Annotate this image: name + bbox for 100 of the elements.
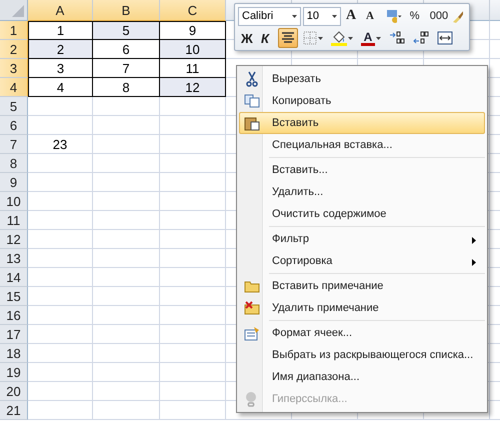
increase-decimal-icon bbox=[389, 31, 405, 45]
menu-item[interactable]: Очистить содержимое bbox=[239, 203, 485, 225]
table-cell bbox=[28, 249, 93, 268]
row-header[interactable]: 20 bbox=[0, 382, 28, 401]
row-header[interactable]: 15 bbox=[0, 287, 28, 306]
row-header[interactable]: 13 bbox=[0, 249, 28, 268]
table-cell: 11 bbox=[160, 59, 226, 78]
row-header[interactable]: 10 bbox=[0, 192, 28, 211]
menu-item[interactable]: Имя диапазона... bbox=[239, 366, 485, 388]
table-cell bbox=[93, 192, 160, 211]
row-header[interactable]: 16 bbox=[0, 306, 28, 325]
row-header[interactable]: 12 bbox=[0, 230, 28, 249]
table-cell bbox=[28, 230, 93, 249]
table-cell: 12 bbox=[160, 78, 226, 97]
align-center-icon bbox=[281, 32, 295, 44]
format-button[interactable]: % bbox=[406, 6, 425, 26]
table-cell: 2 bbox=[28, 40, 93, 59]
grow-font-icon: A bbox=[346, 8, 356, 24]
table-cell: 4 bbox=[28, 78, 93, 97]
table-cell bbox=[28, 401, 93, 420]
shrink-font-button[interactable]: A bbox=[362, 6, 381, 26]
table-cell: 9 bbox=[160, 21, 226, 40]
table-cell: 3 bbox=[28, 59, 93, 78]
fill-color-icon bbox=[331, 30, 347, 46]
table-cell: 5 bbox=[93, 21, 160, 40]
table-cell bbox=[160, 401, 226, 420]
menu-item[interactable]: Вырезать bbox=[239, 68, 485, 90]
table-cell bbox=[28, 116, 93, 135]
menu-item[interactable]: Сортировка bbox=[239, 250, 485, 272]
clipboard-icon bbox=[244, 116, 260, 130]
bold-button[interactable]: Ж bbox=[238, 28, 256, 48]
menu-item[interactable]: Специальная вставка... bbox=[239, 134, 485, 156]
column-header[interactable]: A bbox=[28, 0, 93, 21]
table-cell bbox=[28, 363, 93, 382]
menu-item[interactable]: Фильтр bbox=[239, 228, 485, 250]
table-cell bbox=[28, 382, 93, 401]
menu-item[interactable]: Вставить примечание bbox=[239, 275, 485, 297]
table-cell: 1 bbox=[28, 21, 93, 40]
row-header[interactable]: 4 bbox=[0, 78, 28, 97]
table-cell bbox=[93, 363, 160, 382]
table-cell bbox=[28, 154, 93, 173]
font-size-field[interactable]: 10 bbox=[302, 6, 341, 26]
table-cell bbox=[93, 154, 160, 173]
menu-item[interactable]: Выбрать из раскрывающегося списка... bbox=[239, 344, 485, 366]
table-cell bbox=[93, 325, 160, 344]
row-header[interactable]: 19 bbox=[0, 363, 28, 382]
menu-item[interactable]: Удалить... bbox=[239, 181, 485, 203]
row-header[interactable]: 21 bbox=[0, 401, 28, 420]
table-cell bbox=[28, 192, 93, 211]
menu-item[interactable]: Удалить примечание bbox=[239, 297, 485, 319]
delete-note-icon bbox=[244, 301, 260, 315]
table-cell bbox=[28, 287, 93, 306]
table-cell bbox=[28, 211, 93, 230]
table-cell bbox=[93, 382, 160, 401]
row-header[interactable]: 17 bbox=[0, 325, 28, 344]
table-cell: 7 bbox=[93, 59, 160, 78]
row-header[interactable]: 5 bbox=[0, 97, 28, 116]
menu-item[interactable]: Вставить bbox=[239, 112, 485, 134]
caret-icon bbox=[398, 14, 402, 18]
row-header[interactable]: 9 bbox=[0, 173, 28, 192]
table-cell bbox=[93, 97, 160, 116]
table-cell bbox=[93, 116, 160, 135]
scissors-icon bbox=[246, 71, 258, 87]
row-header[interactable]: 8 bbox=[0, 154, 28, 173]
row-header[interactable]: 2 bbox=[0, 40, 28, 59]
row-header[interactable]: 3 bbox=[0, 59, 28, 78]
grow-font-button[interactable]: A bbox=[342, 6, 361, 26]
align-center-button[interactable] bbox=[278, 28, 298, 48]
table-cell bbox=[93, 135, 160, 154]
submenu-arrow-icon bbox=[472, 259, 476, 266]
table-cell: 8 bbox=[93, 78, 160, 97]
table-cell bbox=[28, 306, 93, 325]
menu-item[interactable]: Копировать bbox=[239, 90, 485, 112]
table-cell: 6 bbox=[93, 40, 160, 59]
table-cell bbox=[28, 268, 93, 287]
menu-item[interactable]: Вставить... bbox=[239, 159, 485, 181]
caret-icon bbox=[292, 14, 297, 18]
row-header[interactable]: 18 bbox=[0, 344, 28, 363]
table-cell bbox=[93, 249, 160, 268]
font-color-button[interactable]: A bbox=[358, 28, 384, 48]
row-header[interactable]: 6 bbox=[0, 116, 28, 135]
italic-button[interactable]: К bbox=[258, 28, 276, 48]
table-cell bbox=[28, 173, 93, 192]
row-header[interactable]: 7 bbox=[0, 135, 28, 154]
table-cell: 23 bbox=[28, 135, 93, 154]
menu-item[interactable]: Формат ячеек... bbox=[239, 322, 485, 344]
borders-icon bbox=[303, 31, 317, 45]
row-header[interactable]: 1 bbox=[0, 21, 28, 40]
column-header[interactable]: B bbox=[93, 0, 160, 21]
font-name-field[interactable]: Calibri bbox=[238, 6, 301, 26]
merge-center-icon bbox=[437, 31, 453, 45]
row-header[interactable]: 11 bbox=[0, 211, 28, 230]
table-cell bbox=[93, 230, 160, 249]
column-header[interactable]: C bbox=[160, 0, 226, 21]
table-cell bbox=[93, 173, 160, 192]
shrink-font-icon: A bbox=[366, 10, 374, 22]
table-cell bbox=[28, 97, 93, 116]
submenu-arrow-icon bbox=[472, 237, 476, 244]
row-header[interactable]: 14 bbox=[0, 268, 28, 287]
format-button[interactable]: 000 bbox=[426, 6, 446, 26]
